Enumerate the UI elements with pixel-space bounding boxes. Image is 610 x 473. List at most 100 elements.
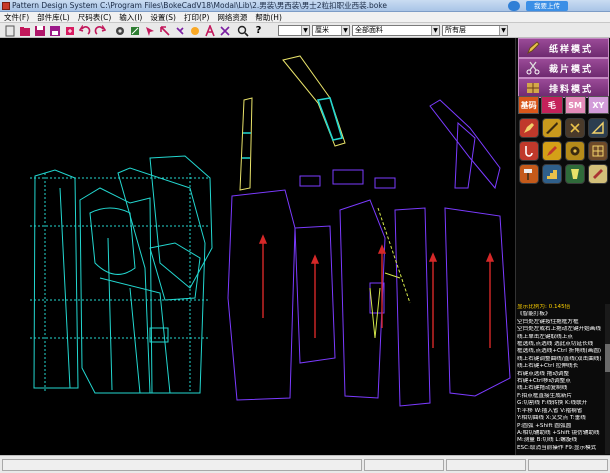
menu-print[interactable]: 打印(P) xyxy=(180,12,213,22)
scissor-tool-icon[interactable] xyxy=(565,118,585,138)
save-as-icon[interactable] xyxy=(48,24,61,37)
gear-icon[interactable] xyxy=(113,24,126,37)
stairs-tool-icon[interactable] xyxy=(542,164,562,184)
help-panel: 显示比例为: 0.145倍 《智能打板》 空白处左键按住拖框方框 空白处左或右上… xyxy=(517,304,605,454)
arrow-head-5 xyxy=(485,252,495,262)
sleeve-strip-yellow xyxy=(239,97,253,191)
piece-select[interactable]: 全部面料 ▼ xyxy=(352,25,440,36)
arrow-head-3 xyxy=(377,244,387,254)
pocket-welt-2 xyxy=(374,177,396,189)
zoom-icon[interactable] xyxy=(236,24,249,37)
toolbar: ? ▼ 厘米 ▼ 全部面料 ▼ 所有层 ▼ xyxy=(0,23,610,38)
arrow-icon[interactable] xyxy=(143,24,156,37)
help-line: F:拍点框直接生成新片 xyxy=(517,392,573,399)
text-icon[interactable] xyxy=(203,24,216,37)
arrow-head-4 xyxy=(428,252,438,262)
zoom-ratio-text: 显示比例为: 0.145倍 xyxy=(517,304,571,310)
tool-grid xyxy=(519,118,609,184)
pattern-piece-front xyxy=(33,169,79,389)
pointer-icon[interactable] xyxy=(158,24,171,37)
chevron-down-icon: ▼ xyxy=(341,26,349,35)
scrollbar-thumb[interactable] xyxy=(605,344,610,372)
status-cell-main xyxy=(2,459,362,471)
export-icon[interactable] xyxy=(63,24,76,37)
status-cell-info xyxy=(446,459,526,471)
pencil-tool-icon[interactable] xyxy=(542,141,562,161)
undo-icon[interactable] xyxy=(78,24,91,37)
collar-group xyxy=(282,55,346,147)
open-icon[interactable] xyxy=(18,24,31,37)
pen-tool-icon[interactable] xyxy=(519,118,539,138)
tab-base-size[interactable]: 基码 xyxy=(518,96,540,114)
chevron-down-icon: ▼ xyxy=(431,26,439,35)
collar-piece xyxy=(149,155,213,289)
help-line: 空白处左键按住拖框方框 xyxy=(517,318,579,325)
help-icon[interactable]: ? xyxy=(252,24,265,37)
cloud-icon xyxy=(508,1,520,11)
unit-select[interactable]: 厘米 ▼ xyxy=(312,25,350,36)
purple-pattern-group xyxy=(227,99,511,407)
layer-select[interactable]: 所有层 ▼ xyxy=(442,25,508,36)
collar-outline xyxy=(282,55,346,147)
ruler-tool-icon[interactable] xyxy=(542,118,562,138)
menu-file[interactable]: 文件(F) xyxy=(0,12,33,22)
status-cell-coords xyxy=(364,459,444,471)
title-bar: Pattern Design System C:\Program Files\B… xyxy=(0,0,610,12)
cut-icon[interactable] xyxy=(218,24,231,37)
pattern-piece-back xyxy=(117,167,206,394)
menu-parts-library[interactable]: 部件库(L) xyxy=(33,12,74,22)
grain-arrows xyxy=(258,234,495,348)
cloud-upload[interactable]: 我要上传 xyxy=(508,1,568,11)
help-line: A:相切辅助线 +Shift 镜仿辅助线 xyxy=(517,429,600,436)
help-line: G:切割线 F:线转换 K:线联开 xyxy=(517,400,588,407)
menu-help[interactable]: 帮助(H) xyxy=(251,12,286,22)
chevron-down-icon: ▼ xyxy=(499,26,507,35)
internal-lines xyxy=(59,187,141,394)
mode-cutting-button[interactable]: 裁片模式 xyxy=(518,58,609,78)
menu-input[interactable]: 输入(I) xyxy=(115,12,146,22)
help-line: 线上右键拖动复制线 xyxy=(517,385,568,392)
help-line: 线上右键+Ctrl 拉伸线长 xyxy=(517,363,579,370)
hook-tool-icon[interactable] xyxy=(519,141,539,161)
tab-sm[interactable]: SM xyxy=(564,96,586,114)
tab-seam[interactable]: 毛 xyxy=(541,96,563,114)
upload-button[interactable]: 我要上传 xyxy=(526,1,568,11)
measure-icon[interactable] xyxy=(128,24,141,37)
menu-size-chart[interactable]: 尺码表(C) xyxy=(74,12,116,22)
mode-marker-button[interactable]: 排料模式 xyxy=(518,78,609,98)
fill-icon[interactable] xyxy=(188,24,201,37)
construction-lines xyxy=(369,207,411,339)
angle-tool-icon[interactable] xyxy=(588,118,608,138)
mode-pattern-button[interactable]: 纸样模式 xyxy=(518,38,609,58)
hammer-tool-icon[interactable] xyxy=(519,164,539,184)
pocket-rect xyxy=(149,327,169,343)
window-title: Pattern Design System C:\Program Files\B… xyxy=(12,1,387,10)
pattern-tool-icon[interactable] xyxy=(565,164,585,184)
redo-icon[interactable] xyxy=(93,24,106,37)
menu-network[interactable]: 网络资源 xyxy=(213,12,251,22)
pocket-welt-1 xyxy=(332,169,364,185)
help-line: M:测量 B:切线 L:螺旋线 xyxy=(517,437,578,444)
pin-icon[interactable] xyxy=(173,24,186,37)
chalk-tool-icon[interactable] xyxy=(588,164,608,184)
line-style-select[interactable]: ▼ xyxy=(278,25,310,36)
collar-stand xyxy=(316,97,344,141)
tab-xy[interactable]: XY xyxy=(587,96,609,114)
help-scrollbar[interactable] xyxy=(605,304,610,454)
help-line: 右键点选线 拖动调整 xyxy=(517,370,570,377)
back-panel-piece xyxy=(339,199,386,399)
menu-settings[interactable]: 设置(S) xyxy=(146,12,180,22)
new-icon[interactable] xyxy=(3,24,16,37)
grid-tool-icon[interactable] xyxy=(588,141,608,161)
tape-tool-icon[interactable] xyxy=(565,141,585,161)
guide-line-vertical xyxy=(44,173,191,393)
help-line: 空白处左或右上拖动左键开始画线 xyxy=(517,326,601,333)
drawing-canvas[interactable] xyxy=(0,38,515,455)
save-icon[interactable] xyxy=(33,24,46,37)
sleeve-piece-upper xyxy=(394,207,431,407)
arrow-head-1 xyxy=(258,234,268,244)
pattern-drawing xyxy=(30,55,511,407)
tab-piece xyxy=(299,175,321,187)
help-line: 右键+Ctrl移动调整点 xyxy=(517,378,571,385)
pocket-flap-cyan xyxy=(149,242,201,301)
